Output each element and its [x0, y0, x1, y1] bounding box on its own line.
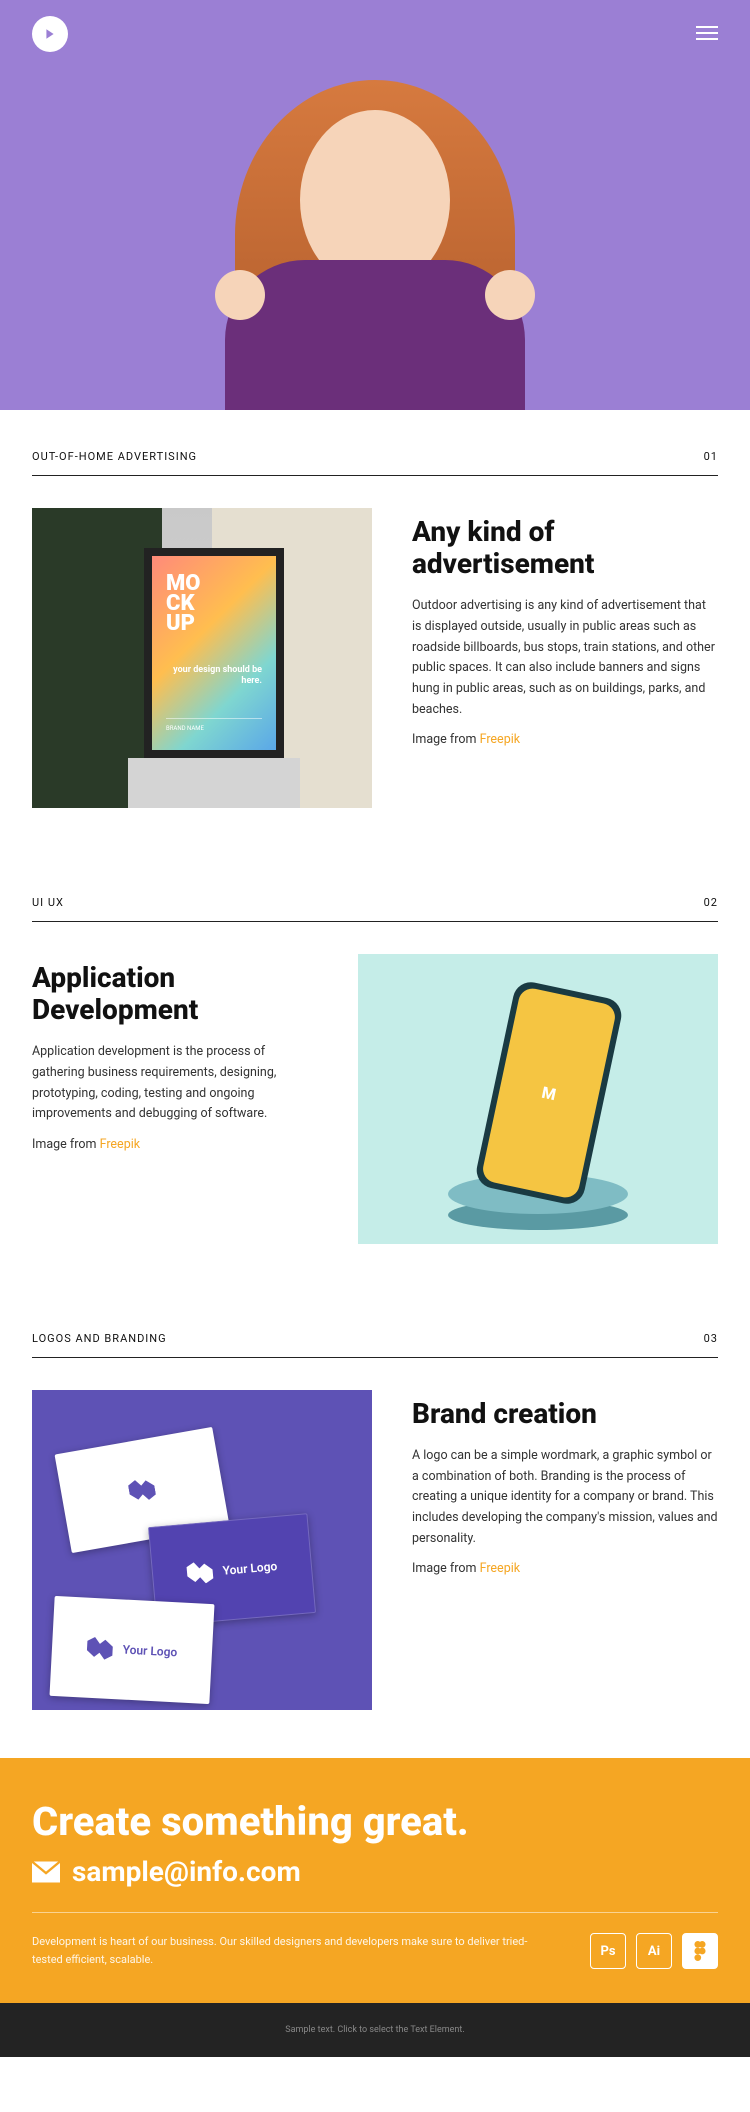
section-header: LOGOS AND BRANDING 03	[32, 1332, 718, 1358]
image-credit: Image from Freepik	[412, 1561, 718, 1576]
image-credit: Image from Freepik	[32, 1137, 318, 1152]
cta-banner: Create something great. sample@info.com …	[0, 1758, 750, 2003]
image-credit: Image from Freepik	[412, 732, 718, 747]
credit-link[interactable]: Freepik	[480, 732, 521, 747]
image-billboard: MOCKUP your design should be here. BRAND…	[32, 508, 372, 808]
section-number: 01	[704, 450, 718, 463]
mail-icon	[32, 1861, 60, 1883]
section-number: 03	[704, 1332, 718, 1345]
play-icon	[44, 28, 56, 40]
section-title: Any kind of advertisement	[412, 516, 718, 580]
cta-body: Development is heart of our business. Ou…	[32, 1933, 550, 1968]
image-phone: M	[358, 954, 718, 1244]
credit-link[interactable]: Freepik	[480, 1561, 521, 1576]
figma-icon[interactable]	[682, 1933, 718, 1969]
menu-icon[interactable]	[696, 22, 718, 44]
footer: Sample text. Click to select the Text El…	[0, 2003, 750, 2057]
footer-text[interactable]: Sample text. Click to select the Text El…	[285, 2025, 464, 2035]
cta-email[interactable]: sample@info.com	[32, 1855, 718, 1888]
section-branding: LOGOS AND BRANDING 03 Your Logo Your Log…	[0, 1292, 750, 1758]
section-header: OUT-OF-HOME ADVERTISING 01	[32, 450, 718, 476]
eyebrow: OUT-OF-HOME ADVERTISING	[32, 450, 197, 463]
section-body: Outdoor advertising is any kind of adver…	[412, 596, 718, 720]
section-advertising: OUT-OF-HOME ADVERTISING 01 MOCKUP your d…	[0, 410, 750, 856]
eyebrow: UI UX	[32, 896, 64, 909]
hero	[0, 0, 750, 410]
ai-icon[interactable]: Ai	[636, 1933, 672, 1969]
logo-play[interactable]	[32, 16, 68, 52]
hero-image	[195, 50, 555, 410]
cta-headline: Create something great.	[32, 1798, 718, 1845]
credit-link[interactable]: Freepik	[100, 1137, 141, 1152]
section-body: A logo can be a simple wordmark, a graph…	[412, 1446, 718, 1549]
image-cards: Your Logo Your Logo	[32, 1390, 372, 1710]
tool-icons: Ps Ai	[590, 1933, 718, 1969]
section-title: Application Development	[32, 962, 318, 1026]
section-body: Application development is the process o…	[32, 1042, 318, 1125]
eyebrow: LOGOS AND BRANDING	[32, 1332, 167, 1345]
ps-icon[interactable]: Ps	[590, 1933, 626, 1969]
section-header: UI UX 02	[32, 896, 718, 922]
section-number: 02	[704, 896, 718, 909]
section-uiux: UI UX 02 Application Development Applica…	[0, 856, 750, 1292]
section-title: Brand creation	[412, 1398, 718, 1430]
